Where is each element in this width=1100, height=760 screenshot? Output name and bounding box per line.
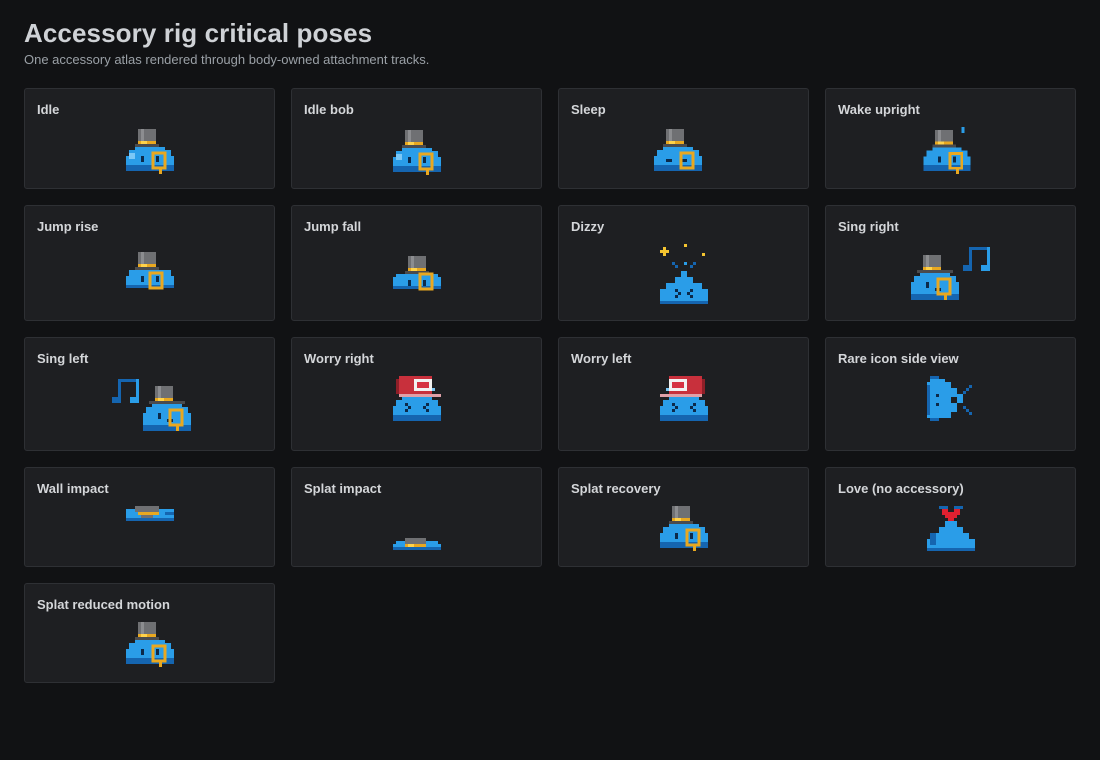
slime-tophat-sprite [393,256,441,295]
pose-card-jump-fall: Jump fall [291,205,542,321]
slime-tophat-sprite [911,255,959,306]
pose-label: Splat recovery [571,481,661,496]
pose-label: Idle bob [304,102,354,117]
pose-card-wake-upright: Wake upright [825,88,1076,189]
pose-card-worry-left: Worry left [558,337,809,451]
pose-card-sing-right: Sing right [825,205,1076,321]
music-note-icon [109,376,142,409]
pose-label: Rare icon side view [838,351,959,366]
slime-tophat-sprite [654,129,702,177]
pose-label: Splat reduced motion [37,597,170,612]
pose-card-splat-impact: Splat impact [291,467,542,567]
page-subtitle: One accessory atlas rendered through bod… [24,52,430,67]
pose-label: Sleep [571,102,606,117]
pose-label: Wake upright [838,102,920,117]
pose-label: Jump fall [304,219,362,234]
pose-label: Splat impact [304,481,382,496]
pose-label: Wall impact [37,481,109,496]
pose-card-dizzy: Dizzy [558,205,809,321]
slime-cap-sprite [393,376,441,424]
pose-label: Worry right [304,351,374,366]
slime-tophat-sprite [660,506,708,554]
pose-card-idle-bob: Idle bob [291,88,542,189]
slime-tophat-sprite [393,130,441,178]
pose-card-splat-recovery: Splat recovery [558,467,809,567]
slime-splat-sprite [393,538,441,553]
pose-card-sleep: Sleep [558,88,809,189]
pose-label: Worry left [571,351,632,366]
slime-tophat-sprite [126,129,174,177]
slime-wall-impact-sprite [126,506,174,524]
pose-label: Dizzy [571,219,605,234]
pose-card-worry-right: Worry right [291,337,542,451]
slime-cap-sprite [660,376,708,424]
pose-label: Sing right [838,219,899,234]
pose-card-rare-icon-side-view: Rare icon side view [825,337,1076,451]
pose-card-splat-reduced-motion: Splat reduced motion [24,583,275,683]
pose-card-love: Love (no accessory) [825,467,1076,567]
slime-side-view-sprite [927,376,975,424]
slime-dizzy-sprite [657,244,711,310]
page-title: Accessory rig critical poses [24,18,373,48]
slime-tophat-sprite [126,622,174,670]
pose-label: Jump rise [37,219,99,234]
slime-tophat-sprite [923,127,971,177]
pose-label: Sing left [37,351,89,366]
pose-card-jump-rise: Jump rise [24,205,275,321]
page: Accessory rig critical poses One accesso… [0,0,1100,760]
pose-label: Love (no accessory) [838,481,964,496]
slime-tophat-sprite [143,386,191,437]
slime-love-sprite [927,506,975,554]
pose-label: Idle [37,102,60,117]
music-note-icon [960,244,993,277]
pose-card-sing-left: Sing left [24,337,275,451]
pose-card-idle: Idle [24,88,275,189]
pose-card-wall-impact: Wall impact [24,467,275,567]
slime-tophat-sprite [126,252,174,294]
